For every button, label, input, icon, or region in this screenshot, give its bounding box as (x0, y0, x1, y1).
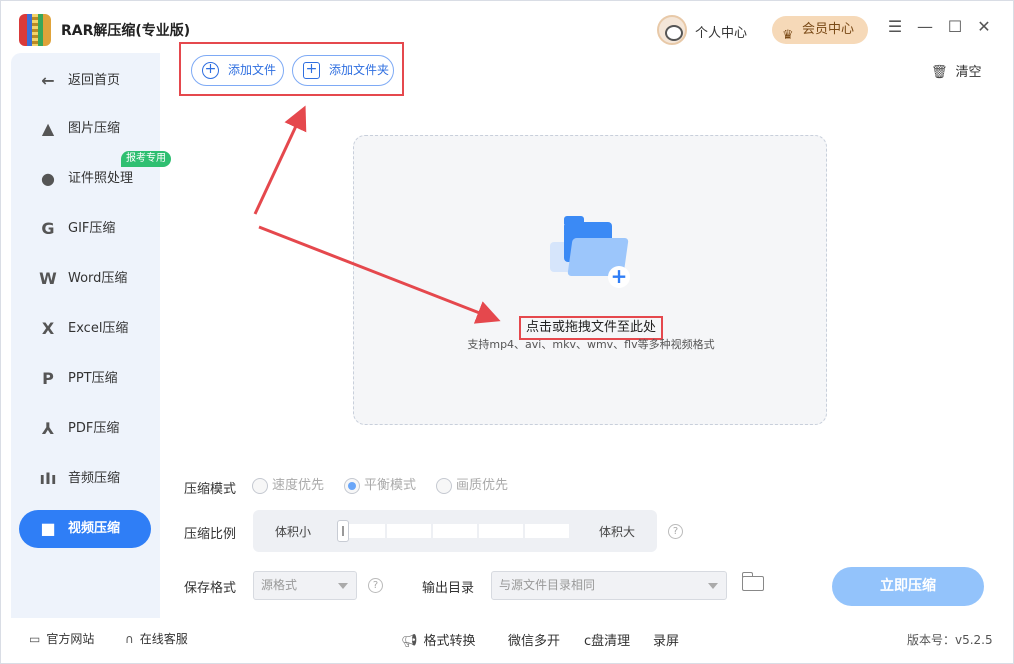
ratio-slider-handle[interactable] (337, 520, 349, 542)
sidebar-item-video[interactable]: ■ 视频压缩 (19, 510, 151, 548)
add-file-button[interactable]: + 添加文件 (191, 55, 284, 86)
disk-clean-link[interactable]: c盘清理 (584, 630, 630, 649)
save-format-select[interactable]: 源格式 (253, 571, 357, 600)
official-website-link[interactable]: ▭ 官方网站 (29, 630, 94, 647)
sidebar-item-ppt[interactable]: P PPT压缩 (19, 360, 151, 398)
sidebar-item-label: 图片压缩 (68, 121, 121, 136)
close-icon[interactable]: ✕ (974, 16, 994, 38)
sidebar-item-label: Excel压缩 (68, 321, 129, 336)
ratio-track[interactable] (341, 524, 569, 538)
radio-quality-priority[interactable]: 画质优先 (436, 478, 508, 494)
chevron-down-icon (708, 583, 718, 589)
radio-label: 速度优先 (272, 478, 325, 493)
format-convert-link[interactable]: 📢︎ 格式转换 (401, 630, 476, 649)
sidebar-item-label: PPT压缩 (68, 371, 118, 386)
vip-center-button[interactable]: ♛ 会员中心 (772, 16, 868, 44)
app-title: RAR解压缩(专业版) (61, 23, 191, 39)
monitor-icon: ▭ (29, 632, 41, 646)
sidebar-item-excel[interactable]: X Excel压缩 (19, 310, 151, 348)
excel-compress-icon: X (41, 319, 55, 338)
sidebar-item-word[interactable]: W Word压缩 (19, 260, 151, 298)
add-folder-button[interactable]: + 添加文件夹 (292, 55, 394, 86)
official-website-label: 官方网站 (46, 632, 95, 646)
compress-ratio-label: 压缩比例 (184, 527, 237, 542)
sidebar-item-audio[interactable]: ıIı 音频压缩 (19, 460, 151, 498)
add-file-label: 添加文件 (228, 63, 277, 77)
radio-label: 平衡模式 (364, 478, 417, 493)
folder-plus-icon: + (303, 62, 320, 79)
wechat-multi-link[interactable]: 微信多开 (508, 630, 560, 649)
ppt-compress-icon: P (42, 369, 54, 388)
output-dir-label: 输出目录 (422, 581, 475, 596)
sidebar-item-label: 音频压缩 (68, 471, 121, 486)
folder-open-icon[interactable] (742, 572, 764, 591)
folder-add-icon: + (550, 216, 634, 288)
maximize-icon[interactable]: ☐ (945, 16, 965, 38)
compress-now-button[interactable]: 立即压缩 (832, 567, 984, 606)
title-bar: RAR解压缩(专业版) 个人中心 ♛ 会员中心 ☰ — ☐ ✕ (1, 1, 1013, 53)
sidebar-item-label: PDF压缩 (68, 421, 120, 436)
back-home-button[interactable]: ← 返回首页 (19, 62, 151, 100)
sidebar: ← 返回首页 ▲ 图片压缩 ● 证件照处理 报考专用 G GIF压缩 W Wor… (11, 53, 171, 618)
headset-icon: ∩ (125, 632, 134, 646)
annotation-arrow-up (253, 105, 307, 215)
ratio-min-label: 体积小 (275, 525, 312, 539)
app-logo (19, 14, 51, 46)
clear-button[interactable]: 🗑︎ 清空 (931, 61, 982, 80)
vip-center-label: 会员中心 (802, 22, 855, 37)
sidebar-item-image[interactable]: ▲ 图片压缩 (19, 110, 151, 148)
word-compress-icon: W (39, 269, 57, 288)
online-support-label: 在线客服 (139, 632, 188, 646)
output-dir-select[interactable]: 与源文件目录相同 (491, 571, 727, 600)
radio-label: 画质优先 (456, 478, 509, 493)
drop-zone-subtitle: 支持mp4、avi、mkv、wmv、flv等多种视频格式 (467, 338, 715, 351)
user-center-link[interactable]: 个人中心 (695, 22, 747, 41)
output-dir-value: 与源文件目录相同 (499, 578, 596, 592)
ratio-max-label: 体积大 (599, 525, 636, 539)
clear-label: 清空 (955, 65, 982, 80)
format-convert-label: 格式转换 (423, 634, 476, 649)
file-drop-zone[interactable]: + 点击或拖拽文件至此处 支持mp4、avi、mkv、wmv、flv等多种视频格… (353, 135, 827, 425)
compress-mode-label: 压缩模式 (184, 482, 237, 497)
megaphone-icon: 📢︎ (401, 634, 418, 649)
add-folder-label: 添加文件夹 (329, 63, 390, 77)
plus-circle-icon: + (202, 62, 219, 79)
online-support-link[interactable]: ∩ 在线客服 (125, 630, 188, 647)
sidebar-item-label: 证件照处理 (68, 171, 134, 186)
radio-balanced[interactable]: 平衡模式 (344, 478, 416, 494)
sidebar-item-label: GIF压缩 (68, 221, 116, 236)
arrow-left-icon: ← (41, 71, 55, 90)
screen-record-link[interactable]: 录屏 (653, 630, 679, 649)
radio-speed-priority[interactable]: 速度优先 (252, 478, 324, 494)
sidebar-item-gif[interactable]: G GIF压缩 (19, 210, 151, 248)
gif-compress-icon: G (41, 219, 55, 238)
trash-icon: 🗑︎ (931, 65, 948, 80)
save-format-value: 源格式 (261, 578, 298, 592)
user-avatar[interactable] (657, 15, 687, 45)
compress-ratio-slider: 体积小 体积大 (253, 510, 657, 552)
exam-badge: 报考专用 (121, 151, 171, 167)
video-compress-icon: ■ (40, 519, 56, 538)
ratio-help-icon[interactable]: ? (668, 524, 683, 539)
minimize-icon[interactable]: — (915, 16, 935, 38)
crown-icon: ♛ (782, 28, 794, 43)
format-help-icon[interactable]: ? (368, 578, 383, 593)
version-label: 版本号：v5.2.5 (907, 633, 993, 647)
sidebar-item-pdf[interactable]: ⅄ PDF压缩 (19, 410, 151, 448)
save-format-label: 保存格式 (184, 581, 237, 596)
pdf-compress-icon: ⅄ (41, 419, 55, 438)
image-compress-icon: ▲ (41, 119, 55, 138)
back-home-label: 返回首页 (68, 73, 121, 88)
sidebar-item-label: 视频压缩 (68, 521, 121, 536)
audio-compress-icon: ıIı (39, 469, 57, 488)
menu-icon[interactable]: ☰ (885, 16, 905, 38)
sidebar-item-label: Word压缩 (68, 271, 128, 286)
chevron-down-icon (338, 583, 348, 589)
id-photo-icon: ● (41, 169, 55, 188)
app-window: RAR解压缩(专业版) 个人中心 ♛ 会员中心 ☰ — ☐ ✕ ← 返回首页 ▲… (0, 0, 1014, 664)
